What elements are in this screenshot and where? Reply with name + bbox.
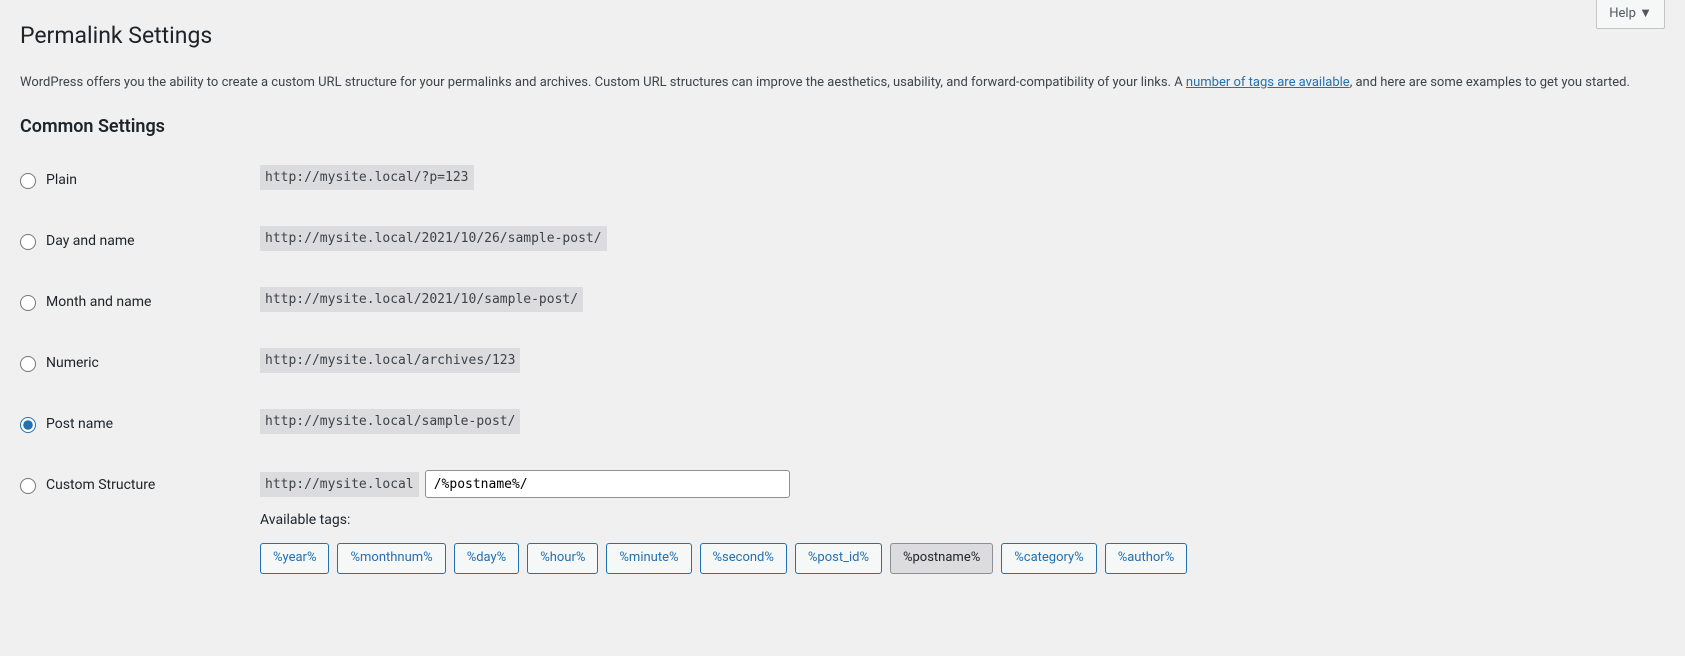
tag-button-second[interactable]: %second% — [700, 543, 787, 574]
radio-post-name[interactable] — [20, 417, 36, 433]
intro-before: WordPress offers you the ability to crea… — [20, 75, 1186, 90]
radio-day-name[interactable] — [20, 234, 36, 250]
tags-available-link[interactable]: number of tags are available — [1186, 75, 1350, 90]
option-numeric[interactable]: Numeric — [20, 353, 240, 374]
tag-button-minute[interactable]: %minute% — [606, 543, 691, 574]
label-post-name: Post name — [46, 414, 113, 435]
help-tab[interactable]: Help ▼ — [1596, 0, 1665, 29]
label-numeric: Numeric — [46, 353, 99, 374]
page-title: Permalink Settings — [20, 10, 1665, 58]
common-settings-heading: Common Settings — [20, 113, 1665, 140]
example-month-name: http://mysite.local/2021/10/sample-post/ — [260, 287, 583, 312]
intro-after: , and here are some examples to get you … — [1350, 75, 1630, 90]
example-post-name: http://mysite.local/sample-post/ — [260, 409, 520, 434]
tag-button-monthnum[interactable]: %monthnum% — [337, 543, 445, 574]
label-custom: Custom Structure — [46, 475, 155, 496]
label-plain: Plain — [46, 170, 77, 191]
tag-button-postname[interactable]: %postname% — [890, 543, 993, 574]
option-month-name[interactable]: Month and name — [20, 292, 240, 313]
radio-month-name[interactable] — [20, 295, 36, 311]
label-month-name: Month and name — [46, 292, 151, 313]
intro-text: WordPress offers you the ability to crea… — [20, 73, 1665, 94]
custom-structure-input[interactable] — [425, 470, 790, 498]
label-day-name: Day and name — [46, 231, 135, 252]
tag-button-category[interactable]: %category% — [1001, 543, 1096, 574]
example-day-name: http://mysite.local/2021/10/26/sample-po… — [260, 226, 607, 251]
option-custom[interactable]: Custom Structure — [20, 475, 240, 496]
tag-button-post_id[interactable]: %post_id% — [795, 543, 882, 574]
radio-custom[interactable] — [20, 478, 36, 494]
option-day-name[interactable]: Day and name — [20, 231, 240, 252]
tag-button-day[interactable]: %day% — [454, 543, 520, 574]
tag-button-hour[interactable]: %hour% — [527, 543, 598, 574]
example-numeric: http://mysite.local/archives/123 — [260, 348, 520, 373]
tag-buttons-container: %year% %monthnum% %day%%hour% %minute% %seco… — [260, 543, 1655, 574]
radio-plain[interactable] — [20, 173, 36, 189]
tag-button-author[interactable]: %author% — [1105, 543, 1188, 574]
tag-button-year[interactable]: %year% — [260, 543, 329, 574]
option-plain[interactable]: Plain — [20, 170, 240, 191]
available-tags-label: Available tags: — [260, 510, 1655, 531]
custom-base-url: http://mysite.local — [260, 472, 419, 497]
radio-numeric[interactable] — [20, 356, 36, 372]
example-plain: http://mysite.local/?p=123 — [260, 165, 474, 190]
option-post-name[interactable]: Post name — [20, 414, 240, 435]
